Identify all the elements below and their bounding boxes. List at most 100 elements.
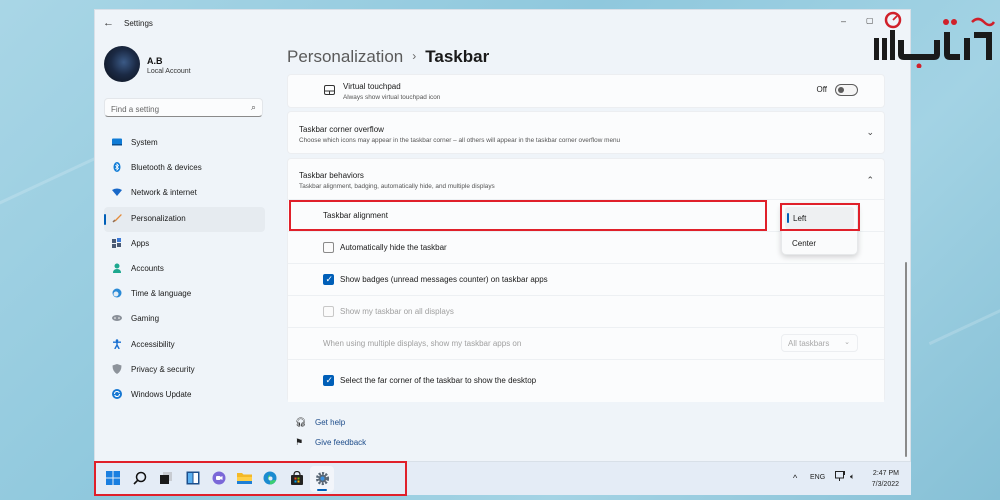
avatar[interactable] xyxy=(104,46,140,82)
sidebar-item-label: Network & internet xyxy=(131,188,197,198)
taskbar-behaviors-subtitle: Taskbar alignment, badging, automaticall… xyxy=(299,183,495,190)
all-displays-checkbox[interactable] xyxy=(323,306,334,317)
multi-display-select[interactable]: All taskbars ⌄ xyxy=(781,334,858,352)
sidebar-item-accounts[interactable]: Accounts xyxy=(104,257,265,282)
shield-icon xyxy=(112,363,122,374)
sidebar-item-system[interactable]: System xyxy=(104,131,265,156)
sidebar: A.B Local Account ⌕ System Bluetooth & d… xyxy=(95,38,275,461)
auto-hide-checkbox[interactable] xyxy=(323,242,334,253)
badges-checkbox[interactable] xyxy=(323,274,334,285)
auto-hide-label: Automatically hide the taskbar xyxy=(340,243,447,252)
badges-row: Show badges (unread messages counter) on… xyxy=(288,263,884,295)
chevron-down-icon: ⌄ xyxy=(844,339,850,346)
chevron-right-icon: › xyxy=(412,49,417,63)
taskbar-behaviors-card: Taskbar behaviors Taskbar alignment, bad… xyxy=(287,158,885,402)
user-name: A.B xyxy=(147,56,163,66)
help-headset-icon: 🎧︎ xyxy=(295,417,307,427)
corner-overflow-title: Taskbar corner overflow xyxy=(299,125,384,134)
tray-overflow-chevron[interactable]: ^ xyxy=(793,473,797,483)
toggle-state-label: Off xyxy=(816,85,827,94)
sidebar-item-label: Time & language xyxy=(131,289,192,299)
brush-icon xyxy=(112,213,122,223)
far-corner-checkbox[interactable] xyxy=(323,375,334,386)
sidebar-item-label: Bluetooth & devices xyxy=(131,163,202,173)
main-content: Personalization › Taskbar Virtual touchpad… xyxy=(275,38,910,461)
sidebar-item-time-language[interactable]: Time & language xyxy=(104,282,265,307)
sidebar-item-label: System xyxy=(131,138,158,147)
sidebar-item-apps[interactable]: Apps xyxy=(104,232,265,257)
person-icon xyxy=(113,263,121,273)
app-title: Settings xyxy=(124,19,153,28)
gamepad-icon xyxy=(112,315,122,322)
sidebar-item-network[interactable]: Network & internet xyxy=(104,181,265,206)
apps-icon xyxy=(112,237,121,248)
corner-overflow-subtitle: Choose which icons may appear in the tas… xyxy=(299,137,621,144)
watermark-logo xyxy=(874,11,996,68)
chevron-down-icon[interactable]: ⌄ xyxy=(866,127,874,138)
virtual-touchpad-subtitle: Always show virtual touchpad icon xyxy=(343,94,441,101)
system-clock[interactable]: 2:47 PM 7/3/2022 xyxy=(872,468,899,490)
virtual-touchpad-card: Virtual touchpad Always show virtual tou… xyxy=(287,74,885,108)
taskbar-behaviors-title: Taskbar behaviors xyxy=(299,171,364,180)
sidebar-item-windows-update[interactable]: Windows Update xyxy=(104,383,265,408)
minimize-button[interactable]: – xyxy=(841,16,846,26)
breadcrumb-parent[interactable]: Personalization xyxy=(287,47,403,66)
sidebar-item-label: Apps xyxy=(131,238,150,248)
background-streak xyxy=(928,257,1000,346)
all-displays-row: Show my taskbar on all displays xyxy=(288,295,884,327)
volume-icon[interactable]: 🔈︎ xyxy=(850,472,855,482)
badges-label: Show badges (unread messages counter) on… xyxy=(340,275,548,284)
all-displays-label: Show my taskbar on all displays xyxy=(340,307,454,316)
sidebar-item-gaming[interactable]: Gaming xyxy=(104,307,265,332)
far-corner-label: Select the far corner of the taskbar to … xyxy=(340,376,537,385)
virtual-touchpad-title: Virtual touchpad xyxy=(343,82,401,91)
highlight-box-taskbar-icons xyxy=(94,461,407,496)
sidebar-item-accessibility[interactable]: Accessibility xyxy=(104,333,265,358)
account-type: Local Account xyxy=(147,68,191,75)
chevron-up-icon[interactable]: ⌃ xyxy=(866,175,874,186)
alignment-option-center[interactable]: Center xyxy=(782,232,857,254)
multi-display-value: All taskbars xyxy=(788,339,830,348)
clock-time: 2:47 PM xyxy=(872,470,899,477)
sidebar-item-label: Accounts xyxy=(131,263,164,273)
arrow-left-icon[interactable]: ← xyxy=(103,17,114,29)
corner-overflow-card[interactable]: Taskbar corner overflow Choose which ico… xyxy=(287,111,885,154)
highlight-box-left-option xyxy=(780,203,860,231)
sidebar-item-label: Privacy & security xyxy=(131,364,195,374)
sidebar-item-label: Windows Update xyxy=(131,389,192,399)
bluetooth-icon xyxy=(113,162,121,173)
wifi-icon xyxy=(112,188,122,197)
clock-date: 7/3/2022 xyxy=(871,481,899,488)
globe-clock-icon xyxy=(112,288,122,298)
search-box[interactable]: ⌕ xyxy=(104,98,263,118)
search-input[interactable] xyxy=(105,101,240,118)
sidebar-item-bluetooth[interactable]: Bluetooth & devices xyxy=(104,156,265,181)
multi-display-row: When using multiple displays, show my ta… xyxy=(288,327,884,359)
sidebar-item-label: Accessibility xyxy=(131,339,175,349)
sidebar-item-label: Gaming xyxy=(131,314,160,324)
settings-window: ← Settings – ▢ A.B Local Account ⌕ Syste… xyxy=(94,9,911,462)
sidebar-item-privacy[interactable]: Privacy & security xyxy=(104,358,265,383)
title-bar: ← Settings – ▢ xyxy=(95,10,910,38)
multi-display-label: When using multiple displays, show my ta… xyxy=(323,339,522,348)
feedback-icon: ⚑ xyxy=(295,437,304,447)
page-title: Taskbar xyxy=(425,47,490,66)
highlight-box-alignment xyxy=(289,200,767,231)
sidebar-item-label: Personalization xyxy=(131,213,186,223)
virtual-touchpad-toggle[interactable] xyxy=(835,84,858,96)
breadcrumb: Personalization › Taskbar xyxy=(287,47,489,67)
get-help-label: Get help xyxy=(315,418,346,427)
sidebar-item-personalization[interactable]: Personalization xyxy=(104,206,265,232)
touchpad-icon xyxy=(324,85,335,95)
language-indicator[interactable]: ENG xyxy=(810,474,825,481)
far-corner-row: Select the far corner of the taskbar to … xyxy=(288,359,884,402)
scrollbar[interactable] xyxy=(905,262,907,457)
sidebar-nav: System Bluetooth & devices Network & int… xyxy=(104,131,265,408)
accessibility-icon xyxy=(113,338,121,349)
search-icon[interactable]: ⌕ xyxy=(251,102,256,113)
monitor-icon xyxy=(112,138,122,146)
network-icon[interactable] xyxy=(835,471,846,484)
give-feedback-label: Give feedback xyxy=(315,438,367,447)
update-icon xyxy=(112,388,122,399)
option-label: Center xyxy=(792,239,817,248)
